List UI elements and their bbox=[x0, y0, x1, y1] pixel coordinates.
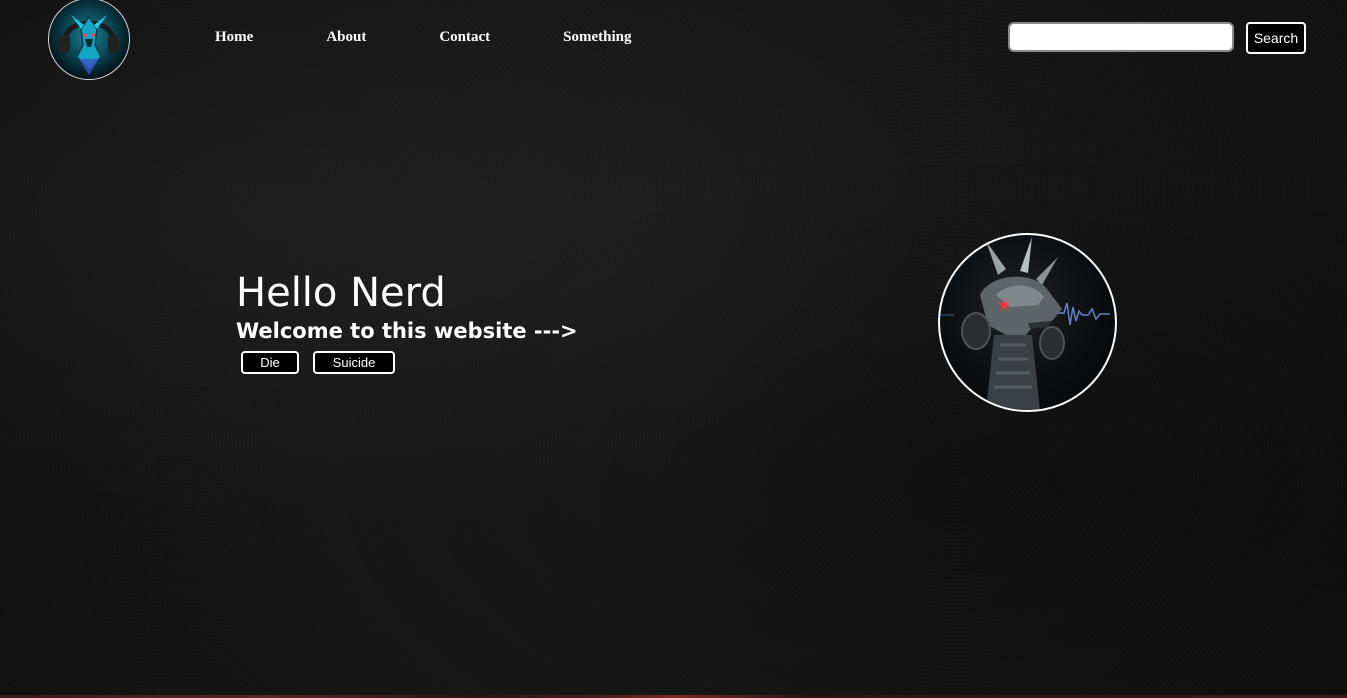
dragon-avatar-graphic bbox=[940, 237, 1110, 410]
dragon-logo-graphic bbox=[49, 0, 129, 79]
search-button[interactable]: Search bbox=[1246, 22, 1306, 54]
navbar: Home About Contact Something Search bbox=[0, 0, 1347, 80]
search-input[interactable] bbox=[1008, 22, 1234, 52]
die-button[interactable]: Die bbox=[241, 351, 299, 374]
suicide-button[interactable]: Suicide bbox=[313, 351, 395, 374]
nav-link-something[interactable]: Something bbox=[563, 29, 631, 46]
nav-link-about[interactable]: About bbox=[326, 29, 366, 46]
hero-title: Hello Nerd bbox=[236, 270, 446, 316]
nav-link-contact[interactable]: Contact bbox=[439, 29, 490, 46]
nav-link-home[interactable]: Home bbox=[215, 29, 253, 46]
nav-links: Home About Contact Something bbox=[215, 29, 632, 46]
background-texture bbox=[0, 0, 1347, 698]
hero-subtitle: Welcome to this website ---> bbox=[236, 319, 578, 343]
dragon-avatar-image bbox=[938, 233, 1117, 412]
dragon-logo-icon[interactable] bbox=[48, 0, 130, 80]
